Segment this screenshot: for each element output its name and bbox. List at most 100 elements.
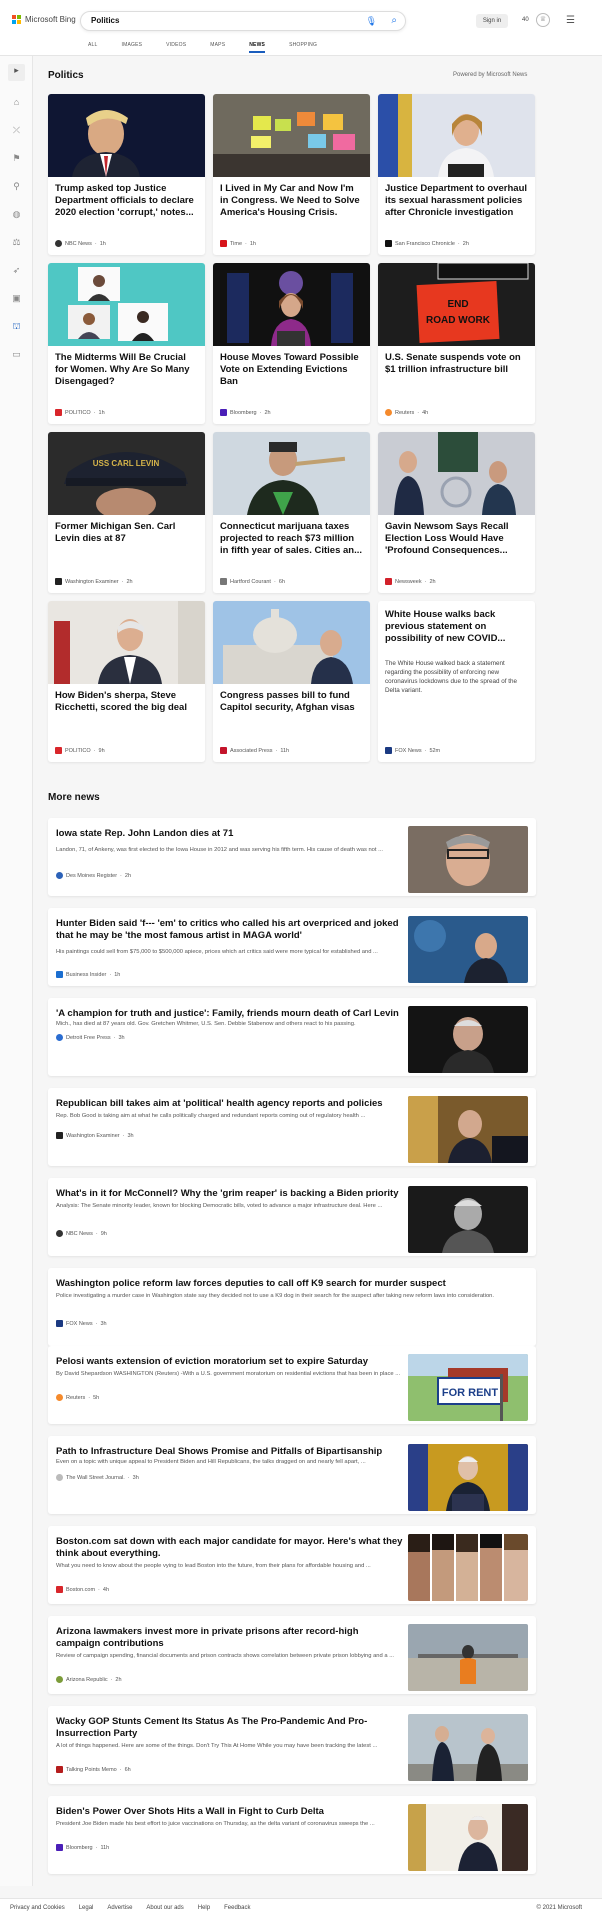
news-title[interactable]: Wacky GOP Stunts Cement Its Status As Th…: [56, 1716, 404, 1740]
sign-in-button[interactable]: Sign in: [476, 14, 508, 28]
news-card[interactable]: END ROAD WORK U.S. Senate suspends vote o…: [378, 263, 535, 424]
footer-link-advertise[interactable]: Advertise: [107, 1905, 132, 1911]
news-list-item[interactable]: Wacky GOP Stunts Cement Its Status As Th…: [48, 1706, 536, 1784]
search-input[interactable]: Politics: [91, 16, 119, 25]
card-source: Time · 1h: [220, 240, 256, 247]
news-title[interactable]: Boston.com sat down with each major cand…: [56, 1536, 404, 1560]
news-thumbnail[interactable]: [408, 1624, 528, 1691]
news-list-item[interactable]: 'A champion for truth and justice': Fami…: [48, 998, 536, 1076]
news-list-item[interactable]: Pelosi wants extension of eviction morat…: [48, 1346, 536, 1424]
news-title[interactable]: Republican bill takes aim at 'political'…: [56, 1098, 404, 1110]
news-list-item[interactable]: Hunter Biden said 'f--- 'em' to critics …: [48, 908, 536, 986]
news-card[interactable]: Congress passes bill to fund Capitol sec…: [213, 601, 370, 762]
card-title[interactable]: Former Michigan Sen. Carl Levin dies at …: [55, 521, 198, 545]
news-card[interactable]: House Moves Toward Possible Vote on Exte…: [213, 263, 370, 424]
politics-icon[interactable]: ⛫: [10, 320, 23, 333]
news-card[interactable]: White House walks back previous statemen…: [378, 601, 535, 762]
bing-logo[interactable]: Microsoft Bing: [12, 15, 76, 24]
tab-videos[interactable]: VIDEOS: [166, 42, 186, 53]
news-thumbnail[interactable]: [408, 1804, 528, 1871]
source-logo-icon: [56, 1586, 63, 1593]
news-list-item[interactable]: What's in it for McConnell? Why the 'gri…: [48, 1178, 536, 1256]
science-rocket-icon[interactable]: ➶: [10, 264, 23, 277]
card-source: Associated Press · 11h: [220, 747, 289, 754]
news-title[interactable]: 'A champion for truth and justice': Fami…: [56, 1008, 404, 1020]
tab-news[interactable]: NEWS: [249, 42, 266, 53]
card-title[interactable]: House Moves Toward Possible Vote on Exte…: [220, 352, 363, 388]
news-source: NBC News · 9h: [56, 1230, 107, 1237]
search-box[interactable]: Politics 🎙 ⌕: [80, 11, 406, 31]
news-thumbnail[interactable]: [408, 1096, 528, 1163]
news-thumbnail[interactable]: [408, 1534, 528, 1601]
tab-images[interactable]: IMAGES: [122, 42, 143, 53]
news-thumbnail[interactable]: [408, 1006, 528, 1073]
tab-all[interactable]: ALL: [88, 42, 98, 53]
news-list-item[interactable]: Biden's Power Over Shots Hits a Wall in …: [48, 1796, 536, 1874]
news-list-item[interactable]: Washington police reform law forces depu…: [48, 1268, 536, 1346]
news-title[interactable]: Washington police reform law forces depu…: [56, 1278, 526, 1290]
news-list-item[interactable]: Arizona lawmakers invest more in private…: [48, 1616, 536, 1694]
globe-icon[interactable]: ◍: [10, 208, 23, 221]
powered-by[interactable]: Powered by Microsoft News: [453, 72, 527, 78]
card-title[interactable]: Justice Department to overhaul its sexua…: [385, 183, 528, 219]
footer-link-privacy[interactable]: Privacy and Cookies: [10, 1905, 65, 1911]
card-title[interactable]: The Midterms Will Be Crucial for Women. …: [55, 352, 198, 388]
rewards-trophy-icon[interactable]: ♕: [536, 13, 550, 27]
news-thumbnail[interactable]: [408, 1714, 528, 1781]
expand-rail-icon[interactable]: ▸: [8, 64, 25, 81]
rewards-points[interactable]: 40: [522, 17, 529, 23]
news-list-item[interactable]: Boston.com sat down with each major cand…: [48, 1526, 536, 1604]
trending-icon[interactable]: ⤫: [10, 124, 23, 137]
card-title[interactable]: I Lived in My Car and Now I'm in Congres…: [220, 183, 363, 219]
news-title[interactable]: Path to Infrastructure Deal Shows Promis…: [56, 1446, 404, 1458]
money-icon[interactable]: ▭: [10, 348, 23, 361]
news-title[interactable]: Biden's Power Over Shots Hits a Wall in …: [56, 1806, 404, 1818]
card-title[interactable]: How Biden's sherpa, Steve Ricchetti, sco…: [55, 690, 198, 714]
news-title[interactable]: What's in it for McConnell? Why the 'gri…: [56, 1188, 404, 1200]
card-title[interactable]: Connecticut marijuana taxes projected to…: [220, 521, 363, 557]
hamburger-menu-icon[interactable]: ☰: [566, 15, 575, 26]
entertainment-icon[interactable]: ▣: [10, 292, 23, 305]
news-card[interactable]: Justice Department to overhaul its sexua…: [378, 94, 535, 255]
news-card[interactable]: USS CARL LEVIN Former Michigan Sen. Carl…: [48, 432, 205, 593]
brand-name: Microsoft Bing: [25, 15, 76, 24]
news-list-item[interactable]: Iowa state Rep. John Landon dies at 71 L…: [48, 818, 536, 896]
tab-shopping[interactable]: SHOPPING: [289, 42, 317, 53]
news-card[interactable]: Connecticut marijuana taxes projected to…: [213, 432, 370, 593]
news-card[interactable]: Gavin Newsom Says Recall Election Loss W…: [378, 432, 535, 593]
news-card[interactable]: The Midterms Will Be Crucial for Women. …: [48, 263, 205, 424]
more-news-title: More news: [48, 792, 100, 803]
news-thumbnail[interactable]: [408, 1444, 528, 1511]
footer-link-feedback[interactable]: Feedback: [224, 1905, 250, 1911]
news-title[interactable]: Hunter Biden said 'f--- 'em' to critics …: [56, 918, 404, 942]
footer-link-help[interactable]: Help: [198, 1905, 210, 1911]
news-list-item[interactable]: Republican bill takes aim at 'political'…: [48, 1088, 536, 1166]
flag-icon[interactable]: ⚑: [10, 152, 23, 165]
news-card[interactable]: How Biden's sherpa, Steve Ricchetti, sco…: [48, 601, 205, 762]
road-sign-text-2: ROAD WORK: [426, 315, 491, 326]
news-thumbnail[interactable]: [408, 826, 528, 893]
news-title[interactable]: Arizona lawmakers invest more in private…: [56, 1626, 404, 1650]
microphone-icon[interactable]: 🎙: [366, 16, 377, 27]
card-title[interactable]: U.S. Senate suspends vote on $1 trillion…: [385, 352, 528, 376]
news-thumbnail[interactable]: [408, 916, 528, 983]
footer-link-legal[interactable]: Legal: [79, 1905, 94, 1911]
location-pin-icon[interactable]: ⚲: [10, 180, 23, 193]
news-title[interactable]: Pelosi wants extension of eviction morat…: [56, 1356, 404, 1368]
news-card[interactable]: Trump asked top Justice Department offic…: [48, 94, 205, 255]
news-thumbnail[interactable]: [408, 1186, 528, 1253]
news-thumbnail[interactable]: FOR RENT: [408, 1354, 528, 1421]
home-icon[interactable]: ⌂: [10, 96, 23, 109]
card-title[interactable]: Congress passes bill to fund Capitol sec…: [220, 690, 363, 714]
business-icon[interactable]: ⚖: [10, 236, 23, 249]
search-icon[interactable]: ⌕: [391, 15, 397, 26]
microsoft-logo-icon: [12, 15, 21, 24]
news-card[interactable]: I Lived in My Car and Now I'm in Congres…: [213, 94, 370, 255]
card-title[interactable]: Trump asked top Justice Department offic…: [55, 183, 198, 219]
news-list-item[interactable]: Path to Infrastructure Deal Shows Promis…: [48, 1436, 536, 1514]
card-title[interactable]: White House walks back previous statemen…: [385, 609, 528, 645]
card-title[interactable]: Gavin Newsom Says Recall Election Loss W…: [385, 521, 528, 557]
footer-link-about-ads[interactable]: About our ads: [146, 1905, 183, 1911]
tab-maps[interactable]: MAPS: [210, 42, 225, 53]
news-title[interactable]: Iowa state Rep. John Landon dies at 71: [56, 828, 404, 840]
